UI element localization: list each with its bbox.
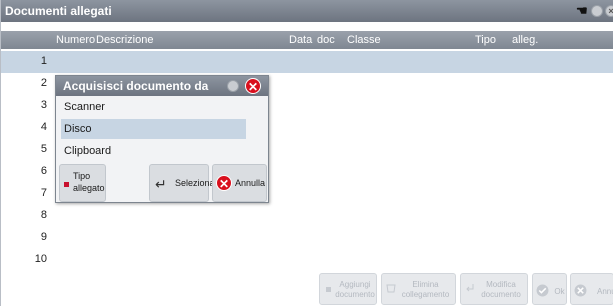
ok-button[interactable]: Ok [532,273,567,305]
option-clipboard[interactable]: Clipboard [61,141,246,161]
column-header-tipo[interactable]: Tipo [475,34,496,46]
close-icon[interactable]: × [605,5,613,17]
elimina-label-1: Elimina [412,280,439,289]
row-number: 7 [40,187,47,199]
aggiungi-label-1: Aggiungi [339,280,371,289]
documenti-allegati-window: Documenti allegati ☚ × Numero Descrizion… [0,0,613,306]
tipo-label-1: Tipo [73,171,91,181]
tipo-label-2: allegato [73,183,105,193]
row-number: 9 [40,231,47,243]
modifica-documento-button[interactable]: Modifica documento [460,273,528,305]
row-number: 3 [40,99,47,111]
column-header-classe[interactable]: Classe [347,34,381,46]
row-number: 1 [40,55,47,67]
elimina-collegamento-button[interactable]: Elimina collegamento [381,273,456,305]
table-header: Numero Descrizione Data doc Classe Tipo … [1,31,613,49]
column-header-doc[interactable]: doc [317,34,335,46]
window-titlebar: Documenti allegati ☚ × [1,0,613,22]
aggiungi-documento-button[interactable]: Aggiungi documento [319,273,377,305]
option-scanner[interactable]: Scanner [61,97,246,117]
bottom-toolbar: Aggiungi documento Elimina collegamento Mo… [1,269,613,306]
restore-icon[interactable] [591,5,603,17]
annulla-label: Annulla [235,178,266,188]
row-number: 8 [40,209,47,221]
table-row[interactable]: 8 [1,205,613,227]
annulla-button[interactable]: ✕ Annulla [212,164,267,202]
column-header-data[interactable]: Data [289,34,312,46]
table-row[interactable]: 10 [1,249,613,271]
option-disco[interactable]: Disco [61,119,246,139]
modifica-label-2: documento [481,290,521,299]
seleziona-label: Seleziona [175,178,215,188]
cancel-red-x-icon: ✕ [216,175,232,191]
row-number: 10 [34,253,47,265]
row-number: 2 [40,77,47,89]
window-title: Documenti allegati [5,4,112,18]
column-header-numero[interactable]: Numero [56,34,95,46]
aggiungi-label-2: documento [335,290,375,299]
seleziona-button[interactable]: ↵ Seleziona [149,164,215,202]
table-row[interactable]: 9 [1,227,613,249]
column-header-alleg[interactable]: alleg. [512,34,538,46]
annulla-toolbar-button[interactable]: Annulla [570,273,613,305]
table-row[interactable]: 1 [1,51,613,73]
column-header-descrizione[interactable]: Descrizione [96,34,153,46]
dialog-restore-icon[interactable] [227,80,239,92]
dialog-close-icon[interactable]: ✕ [245,78,261,94]
pin-icon[interactable]: ☚ [576,3,588,19]
tipo-allegato-button[interactable]: Tipo allegato [59,164,106,202]
row-number: 6 [40,165,47,177]
tipo-marker-icon [64,182,69,187]
acquisisci-documento-dialog: Acquisisci documento da ✕ Scanner Disco … [55,75,269,203]
row-number: 4 [40,121,47,133]
enter-arrow-icon: ↵ [155,176,167,192]
modifica-label-1: Modifica [486,280,516,289]
elimina-label-2: collegamento [401,290,450,299]
ok-label: Ok [554,287,565,296]
annulla-toolbar-label: Annulla [597,287,613,296]
dialog-title: Acquisisci documento da [63,79,209,93]
row-number: 5 [40,143,47,155]
dialog-titlebar: Acquisisci documento da ✕ [56,76,268,96]
